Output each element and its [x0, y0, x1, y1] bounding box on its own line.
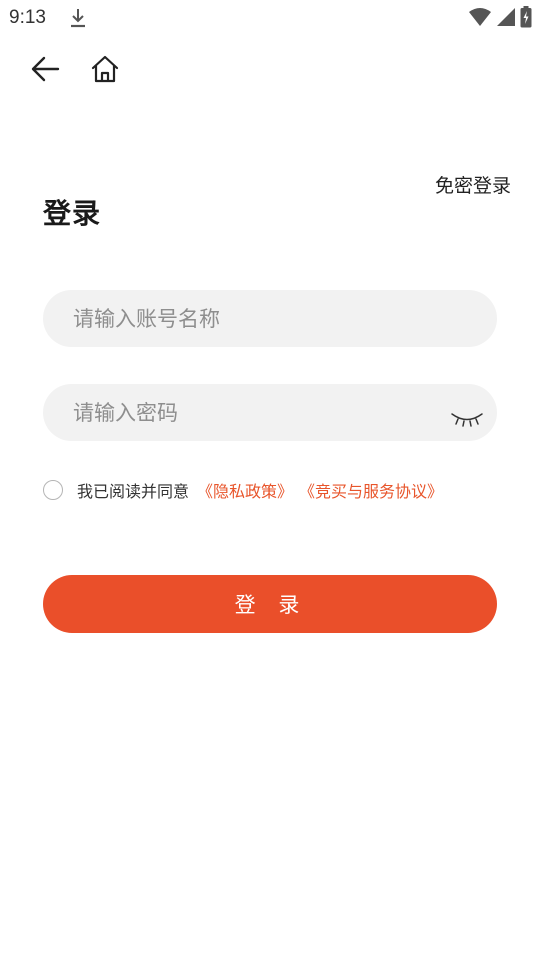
home-icon — [90, 55, 120, 87]
eye-closed-icon[interactable] — [449, 409, 485, 433]
status-time: 9:13 — [9, 7, 46, 28]
agreement-checkbox[interactable] — [43, 480, 63, 500]
home-button[interactable] — [86, 52, 124, 90]
download-icon — [68, 7, 88, 29]
wifi-icon — [468, 7, 492, 27]
back-button[interactable] — [26, 52, 64, 90]
privacy-policy-link[interactable]: 《隐私政策》 — [197, 478, 293, 502]
status-icons — [468, 6, 532, 28]
arrow-left-icon — [30, 56, 60, 86]
service-agreement-link[interactable]: 《竞买与服务协议》 — [299, 478, 443, 502]
battery-charging-icon — [520, 6, 532, 28]
page-title: 登录 — [43, 197, 102, 230]
password-input[interactable] — [73, 384, 433, 441]
cellular-signal-icon — [496, 7, 516, 27]
username-field — [43, 290, 497, 347]
username-input[interactable] — [73, 290, 433, 347]
agreement-row: 我已阅读并同意 《隐私政策》 《竞买与服务协议》 — [43, 478, 449, 502]
password-field — [43, 384, 497, 441]
passwordless-login-link[interactable]: 免密登录 — [435, 171, 511, 198]
login-button[interactable]: 登 录 — [43, 575, 497, 633]
status-bar: 9:13 — [0, 0, 540, 36]
agreement-text: 我已阅读并同意 — [77, 482, 190, 501]
